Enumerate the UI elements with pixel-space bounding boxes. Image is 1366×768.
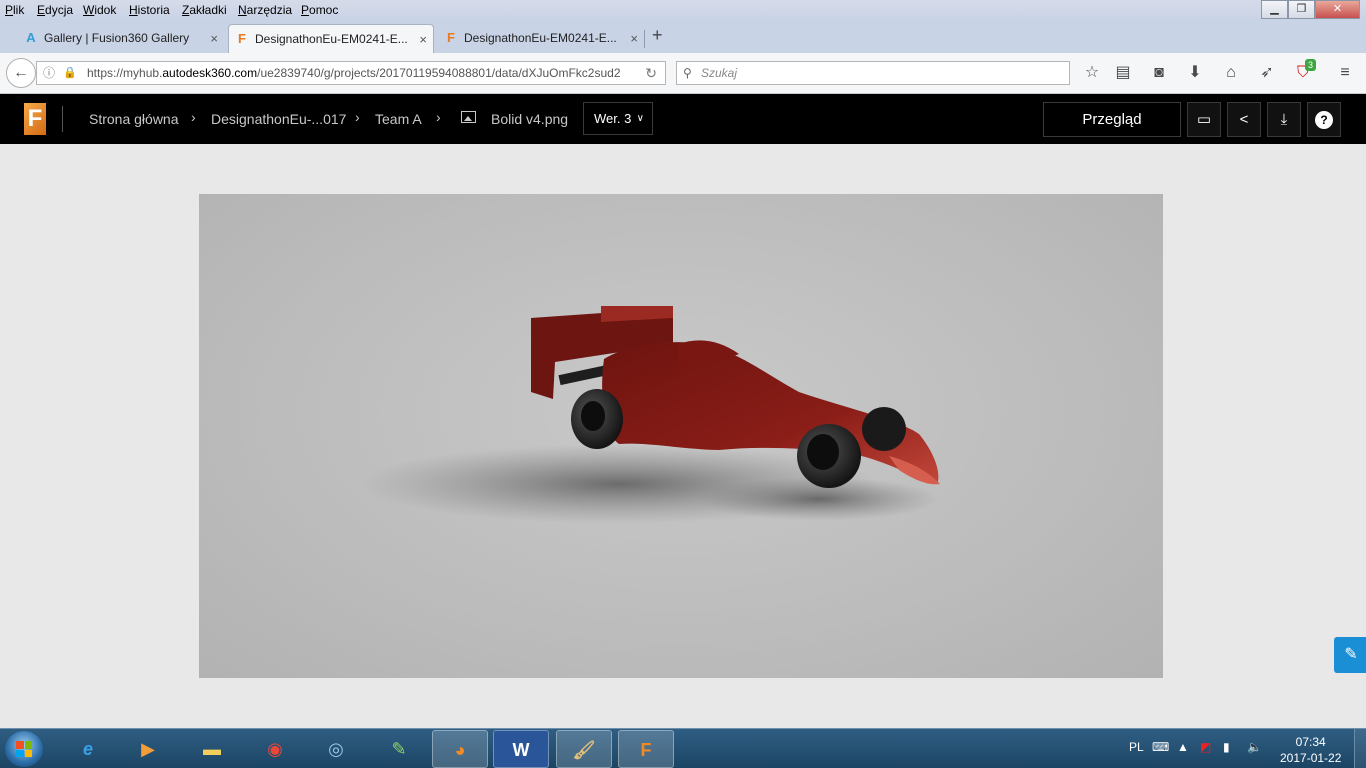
breadcrumb-home[interactable]: Strona główna xyxy=(89,111,179,127)
address-bar[interactable]: ⓘ 🔒 https://myhub.autodesk360.com/ue2839… xyxy=(36,61,666,85)
rear-wheel-hub xyxy=(581,401,605,431)
menu-zakladki[interactable]: Zakładki xyxy=(182,3,227,17)
language-indicator[interactable]: PL xyxy=(1129,740,1144,754)
show-desktop-button[interactable] xyxy=(1354,729,1366,768)
clock-date: 2017-01-22 xyxy=(1280,751,1342,765)
tab-title: Gallery | Fusion360 Gallery xyxy=(44,31,190,45)
image-viewer: ✎ xyxy=(0,144,1366,728)
windows-logo-icon xyxy=(16,741,32,757)
suspension-bar xyxy=(558,364,610,386)
addon-badge: 3 xyxy=(1305,59,1317,71)
close-icon[interactable]: × xyxy=(419,25,427,54)
window-controls: ▁ ❐ ✕ xyxy=(1261,0,1360,19)
share-icon: < xyxy=(1239,111,1249,128)
word-icon[interactable]: W xyxy=(493,730,549,768)
tab-gallery[interactable]: A Gallery | Fusion360 Gallery × xyxy=(18,24,224,53)
menu-plik[interactable]: Plik xyxy=(5,3,24,17)
internet-explorer-icon[interactable]: e xyxy=(60,730,116,768)
comment-button[interactable]: ▭ xyxy=(1187,102,1221,137)
volume-icon[interactable]: 🔈 xyxy=(1247,740,1262,754)
reload-icon[interactable]: ↻ xyxy=(645,62,657,84)
version-label: Wer. 3 xyxy=(594,111,632,126)
chevron-right-icon: › xyxy=(191,109,196,125)
fusion-logo[interactable]: F xyxy=(24,103,46,135)
version-dropdown[interactable]: Wer. 3 ∨ xyxy=(583,102,653,135)
back-button[interactable]: ← xyxy=(6,58,36,88)
pen-icon: ✎ xyxy=(1344,646,1358,663)
autodesk-a-icon: A xyxy=(26,30,36,45)
search-placeholder: Szukaj xyxy=(701,66,738,80)
tab-designathon[interactable]: F DesignathonEu-EM0241-E... × xyxy=(438,24,644,53)
chrome-icon[interactable]: ◉ xyxy=(247,730,303,768)
start-button[interactable] xyxy=(5,731,43,767)
rendered-image[interactable] xyxy=(199,194,1163,678)
app-header: F Strona główna › DesignathonEu-...017 ›… xyxy=(0,94,1366,144)
help-icon: ? xyxy=(1315,111,1333,129)
breadcrumb-project[interactable]: DesignathonEu-...017 xyxy=(211,111,346,127)
download-button[interactable]: ⤓ xyxy=(1267,102,1301,137)
review-button[interactable]: Przegląd xyxy=(1043,102,1181,137)
close-window-button[interactable]: ✕ xyxy=(1315,0,1360,19)
menu-pomoc[interactable]: Pomoc xyxy=(301,3,338,17)
menu-narzedzia[interactable]: Narzędzia xyxy=(238,3,292,17)
menu-historia[interactable]: Historia xyxy=(129,3,170,17)
search-icon: ⚲ xyxy=(683,66,692,80)
breadcrumb-folder[interactable]: Team A xyxy=(375,111,422,127)
menu-bar: Plik Edycja Widok Historia Zakładki Narz… xyxy=(0,0,1366,20)
menu-widok[interactable]: Widok xyxy=(83,3,116,17)
notepad-icon[interactable]: ✎ xyxy=(371,730,427,768)
download-icon: ⤓ xyxy=(1280,111,1288,128)
close-icon[interactable]: × xyxy=(210,24,218,53)
help-button[interactable]: ? xyxy=(1307,102,1341,137)
paint-icon[interactable]: 🖌 xyxy=(556,730,612,768)
pocket-icon[interactable]: ◙ xyxy=(1148,62,1170,84)
chevron-right-icon: › xyxy=(355,109,360,125)
tab-separator xyxy=(644,30,645,48)
system-clock[interactable]: 07:34 2017-01-22 xyxy=(1280,734,1341,766)
clock-time: 07:34 xyxy=(1295,735,1326,749)
lock-icon: 🔒 xyxy=(63,67,77,79)
feedback-button[interactable]: ✎ xyxy=(1334,637,1366,673)
tab-title: DesignathonEu-EM0241-E... xyxy=(255,32,408,46)
front-wheel-hub xyxy=(807,434,839,470)
car-render xyxy=(359,306,940,524)
breadcrumb-file: Bolid v4.png xyxy=(491,111,569,127)
hamburger-menu-icon[interactable]: ≡ xyxy=(1334,62,1356,84)
antivirus-icon[interactable]: ◩ xyxy=(1200,740,1211,754)
comment-icon: ▭ xyxy=(1196,111,1212,128)
search-bar[interactable]: ⚲ Szukaj xyxy=(676,61,1070,85)
fusion-f-icon: F xyxy=(447,30,455,45)
bookmark-star-icon[interactable]: ☆ xyxy=(1081,62,1103,84)
chevron-down-icon: ∨ xyxy=(636,113,644,124)
restore-button[interactable]: ❐ xyxy=(1288,0,1315,19)
home-icon[interactable]: ⌂ xyxy=(1220,62,1242,84)
tray-expand-icon[interactable]: ▲ xyxy=(1177,740,1189,754)
reader-list-icon[interactable]: ▤ xyxy=(1112,62,1134,84)
downloads-icon[interactable]: ⬇ xyxy=(1184,62,1206,84)
chevron-right-icon: › xyxy=(436,109,441,125)
fusion-360-icon[interactable]: F xyxy=(618,730,674,768)
keyboard-icon[interactable]: ⌨ xyxy=(1152,740,1169,754)
new-tab-button[interactable]: + xyxy=(652,25,663,46)
front-wheel-far xyxy=(862,407,906,451)
tab-title: DesignathonEu-EM0241-E... xyxy=(464,31,617,45)
tab-designathon-active[interactable]: F DesignathonEu-EM0241-E... × xyxy=(228,24,434,53)
media-player-icon[interactable]: ▶ xyxy=(120,730,176,768)
menu-edycja[interactable]: Edycja xyxy=(37,3,73,17)
fusion-f-icon: F xyxy=(238,31,246,46)
divider xyxy=(62,106,63,132)
image-file-icon xyxy=(461,111,476,123)
windows-taskbar: e ▶ ▬ ◉ ◎ ✎ ◕ W 🖌 F PL ⌨ ▲ ◩ ▮ 🔈 07:34 2… xyxy=(0,728,1366,768)
close-icon[interactable]: × xyxy=(630,24,638,53)
cortana-icon[interactable]: ◎ xyxy=(308,730,364,768)
tab-strip: A Gallery | Fusion360 Gallery × F Design… xyxy=(0,20,1366,53)
url-text: https://myhub.autodesk360.com/ue2839740/… xyxy=(87,66,621,80)
share-button[interactable]: < xyxy=(1227,102,1261,137)
send-icon[interactable]: ➶ xyxy=(1256,62,1278,84)
info-icon[interactable]: ⓘ xyxy=(43,62,55,84)
minimize-button[interactable]: ▁ xyxy=(1261,0,1288,19)
firefox-icon[interactable]: ◕ xyxy=(432,730,488,768)
file-explorer-icon[interactable]: ▬ xyxy=(184,730,240,768)
network-icon[interactable]: ▮ xyxy=(1223,740,1230,754)
